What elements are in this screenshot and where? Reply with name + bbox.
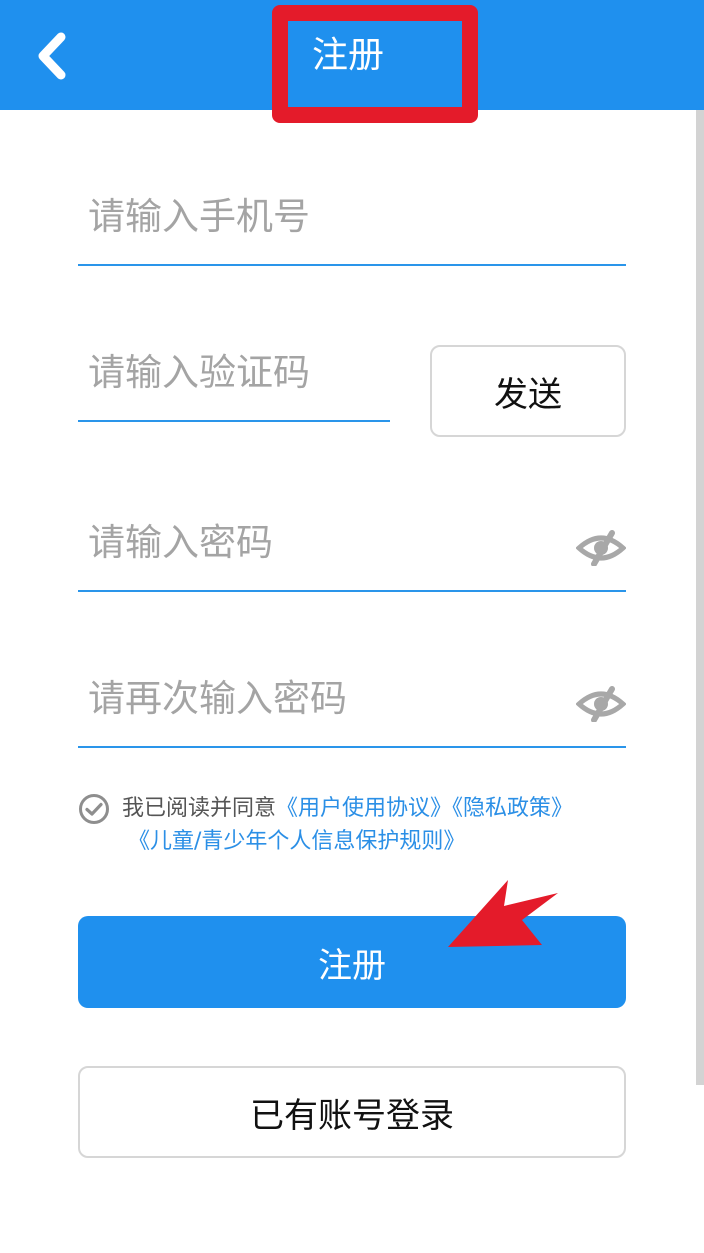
privacy-policy-link[interactable]: 《隐私政策》 — [452, 796, 573, 821]
back-button[interactable] — [26, 24, 76, 88]
agreement-line-2: 《儿童/青少年个人信息保护规则》 — [128, 825, 465, 858]
verification-code-input[interactable] — [88, 342, 378, 402]
phone-field — [78, 146, 626, 266]
register-button[interactable]: 注册 — [78, 916, 626, 1008]
login-existing-account-button[interactable]: 已有账号登录 — [78, 1066, 626, 1158]
password-confirm-input[interactable] — [88, 668, 548, 728]
password-confirm-field — [78, 628, 626, 748]
send-code-button[interactable]: 发送 — [430, 345, 626, 437]
chevron-left-icon — [38, 32, 66, 80]
password-confirm-visibility-toggle[interactable] — [576, 684, 626, 724]
scrollbar[interactable] — [696, 110, 704, 1085]
eye-hidden-icon — [576, 530, 626, 566]
agreement-text: 我已阅读并同意 — [122, 796, 277, 821]
register-page: 注册 发送 — [0, 0, 704, 1253]
page-title: 注册 — [312, 35, 385, 76]
password-field — [78, 472, 626, 592]
child-policy-link[interactable]: 《儿童/青少年个人信息保护规则》 — [128, 829, 465, 854]
check-circle-icon[interactable] — [78, 793, 110, 825]
verification-code-field — [78, 302, 390, 422]
eye-hidden-icon — [576, 686, 626, 722]
password-visibility-toggle[interactable] — [576, 528, 626, 568]
agreement-line-1: 我已阅读并同意《用户使用协议》《隐私政策》 — [122, 792, 573, 825]
password-input[interactable] — [88, 512, 548, 572]
phone-input[interactable] — [88, 186, 548, 246]
user-agreement-link[interactable]: 《用户使用协议》 — [276, 796, 452, 821]
header-bar: 注册 — [0, 0, 704, 110]
